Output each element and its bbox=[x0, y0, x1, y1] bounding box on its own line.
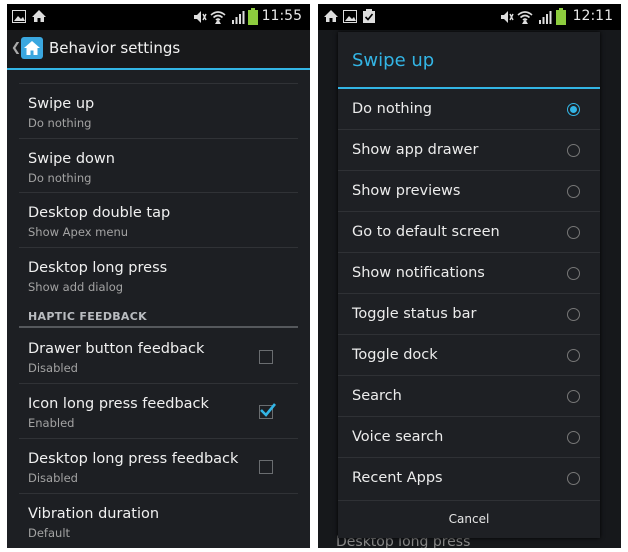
wifi-icon bbox=[517, 11, 533, 24]
option-label: Voice search bbox=[352, 429, 444, 445]
option-label: Search bbox=[352, 388, 402, 404]
setting-summary: Do nothing bbox=[28, 116, 92, 130]
option-label: Show app drawer bbox=[352, 142, 479, 158]
option-toggle-dock[interactable]: Toggle dock bbox=[338, 335, 600, 376]
apex-home-icon[interactable] bbox=[21, 37, 43, 59]
option-show-app-drawer[interactable]: Show app drawer bbox=[338, 130, 600, 171]
setting-title: Icon long press feedback bbox=[28, 396, 209, 412]
home-icon bbox=[32, 10, 46, 22]
clipboard-icon bbox=[363, 9, 375, 23]
checkbox-icon[interactable] bbox=[259, 460, 273, 474]
radio-icon[interactable] bbox=[567, 472, 580, 485]
radio-icon[interactable] bbox=[567, 390, 580, 403]
radio-icon[interactable] bbox=[567, 185, 580, 198]
setting-swipe-down[interactable]: Swipe down Do nothing bbox=[7, 139, 298, 193]
section-header-haptic: HAPTIC FEEDBACK bbox=[28, 310, 147, 323]
option-search[interactable]: Search bbox=[338, 376, 600, 417]
setting-summary: Show Apex menu bbox=[28, 225, 129, 239]
setting-title: Desktop long press bbox=[28, 260, 168, 276]
setting-summary: Disabled bbox=[28, 471, 78, 485]
setting-swipe-up[interactable]: Swipe up Do nothing bbox=[7, 84, 298, 138]
setting-desktop-double-tap[interactable]: Desktop double tap Show Apex menu bbox=[7, 193, 298, 247]
setting-summary: Do nothing bbox=[28, 171, 92, 185]
setting-desktop-long-press-feedback[interactable]: Desktop long press feedback Disabled bbox=[7, 439, 298, 493]
status-time: 12:11 bbox=[572, 8, 613, 24]
action-bar: ❮ Behavior settings bbox=[7, 30, 310, 70]
setting-title: Swipe down bbox=[28, 151, 115, 167]
radio-icon[interactable] bbox=[567, 267, 580, 280]
option-label: Toggle status bar bbox=[352, 306, 477, 322]
home-icon bbox=[324, 10, 338, 22]
section-divider bbox=[19, 326, 298, 328]
setting-title: Swipe up bbox=[28, 96, 95, 112]
wifi-icon bbox=[210, 11, 226, 24]
behavior-settings-screen: 11:55 ❮ Behavior settings Swipe up Do no… bbox=[7, 4, 310, 548]
setting-drawer-button-feedback[interactable]: Drawer button feedback Disabled bbox=[7, 329, 298, 383]
option-toggle-status-bar[interactable]: Toggle status bar bbox=[338, 294, 600, 335]
status-bar: 12:11 bbox=[318, 4, 621, 30]
battery-icon bbox=[248, 8, 258, 25]
option-label: Toggle dock bbox=[352, 347, 438, 363]
signal-icon bbox=[232, 11, 245, 24]
radio-icon[interactable] bbox=[567, 308, 580, 321]
checkbox-icon[interactable] bbox=[259, 403, 277, 419]
status-time: 11:55 bbox=[261, 8, 302, 24]
dialog-button-bar: Cancel bbox=[338, 500, 600, 538]
status-bar: 11:55 bbox=[7, 4, 310, 30]
radio-icon[interactable] bbox=[567, 349, 580, 362]
option-label: Go to default screen bbox=[352, 224, 500, 240]
checkbox-icon[interactable] bbox=[259, 350, 273, 364]
radio-icon[interactable] bbox=[567, 431, 580, 444]
radio-icon[interactable] bbox=[567, 144, 580, 157]
signal-icon bbox=[539, 11, 552, 24]
option-do-nothing[interactable]: Do nothing bbox=[338, 89, 600, 130]
setting-vibration-duration[interactable]: Vibration duration Default bbox=[7, 494, 298, 548]
back-caret-icon[interactable]: ❮ bbox=[11, 40, 21, 54]
option-go-to-default-screen[interactable]: Go to default screen bbox=[338, 212, 600, 253]
setting-title: Drawer button feedback bbox=[28, 341, 205, 357]
radio-icon[interactable] bbox=[567, 103, 580, 116]
radio-icon[interactable] bbox=[567, 226, 580, 239]
option-voice-search[interactable]: Voice search bbox=[338, 417, 600, 458]
settings-list: Swipe up Do nothing Swipe down Do nothin… bbox=[7, 70, 310, 548]
option-recent-apps[interactable]: Recent Apps bbox=[338, 458, 600, 499]
page-title: Behavior settings bbox=[49, 39, 181, 57]
option-label: Recent Apps bbox=[352, 470, 443, 486]
option-show-previews[interactable]: Show previews bbox=[338, 171, 600, 212]
dialog-title: Swipe up bbox=[352, 50, 435, 71]
setting-title: Desktop long press feedback bbox=[28, 451, 239, 467]
option-label: Show notifications bbox=[352, 265, 485, 281]
setting-title: Vibration duration bbox=[28, 506, 160, 522]
setting-summary: Show add dialog bbox=[28, 280, 124, 294]
option-label: Do nothing bbox=[352, 101, 433, 117]
setting-title: Desktop double tap bbox=[28, 205, 171, 221]
battery-icon bbox=[556, 8, 566, 25]
option-label: Show previews bbox=[352, 183, 461, 199]
swipe-up-dialog-screen: 12:11 Desktop long press Swipe up Do not… bbox=[318, 4, 621, 548]
setting-icon-long-press-feedback[interactable]: Icon long press feedback Enabled bbox=[7, 384, 298, 438]
image-icon bbox=[12, 10, 26, 23]
setting-summary: Disabled bbox=[28, 361, 78, 375]
setting-summary: Default bbox=[28, 526, 71, 540]
cancel-button[interactable]: Cancel bbox=[338, 501, 600, 538]
swipe-up-dialog: Swipe up Do nothing Show app drawer Show… bbox=[338, 32, 600, 538]
setting-summary: Enabled bbox=[28, 416, 75, 430]
setting-desktop-long-press[interactable]: Desktop long press Show add dialog bbox=[7, 248, 298, 302]
option-show-notifications[interactable]: Show notifications bbox=[338, 253, 600, 294]
mute-icon bbox=[194, 11, 207, 23]
mute-icon bbox=[501, 11, 514, 23]
image-icon bbox=[343, 10, 357, 23]
